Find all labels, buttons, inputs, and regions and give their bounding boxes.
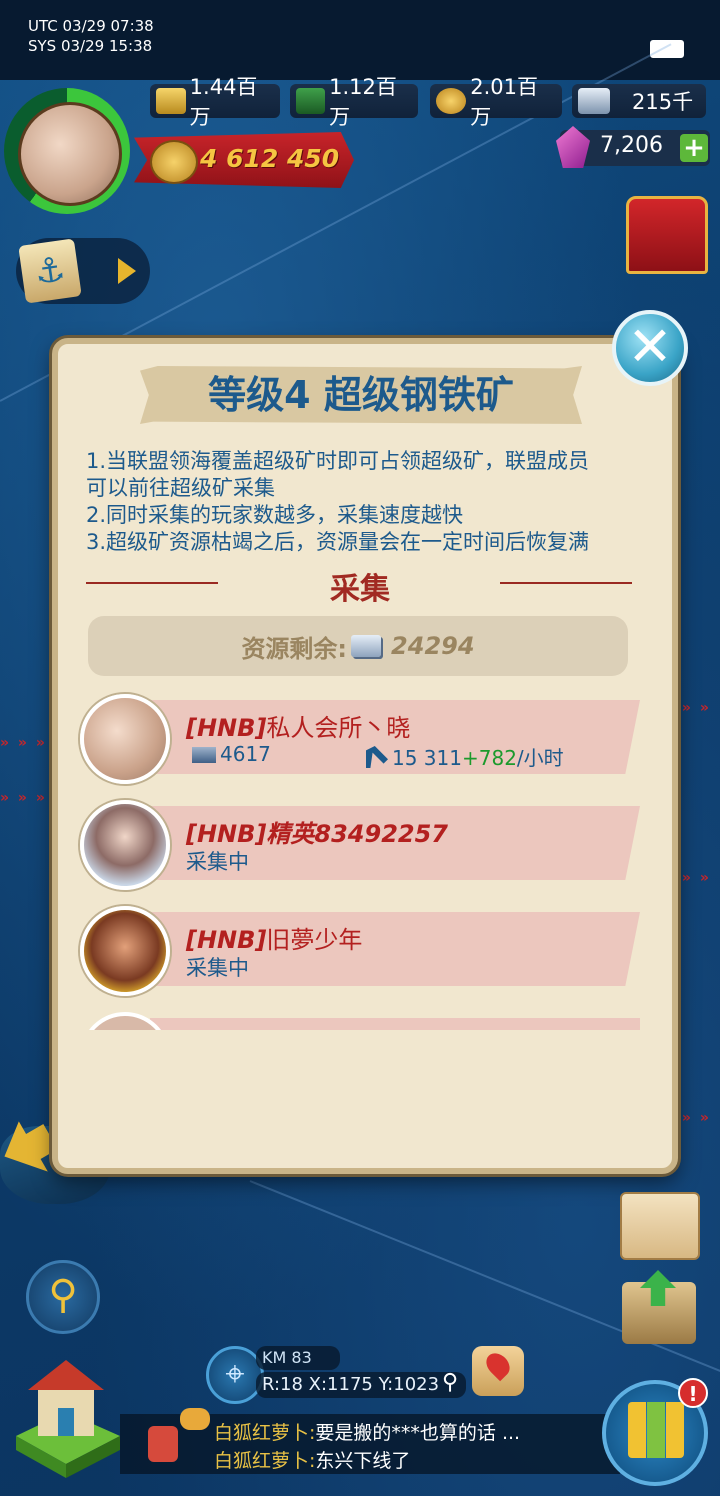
description-line: 2.同时采集的玩家数越多，采集速度越快 bbox=[86, 503, 464, 527]
collector-status: 采集中 bbox=[186, 850, 249, 874]
march-arrows: » » » bbox=[0, 735, 47, 751]
remaining-label: 资源剩余: bbox=[241, 634, 348, 663]
player-avatar[interactable] bbox=[18, 102, 122, 206]
collector-name: [HNB]精英83492257 bbox=[186, 820, 448, 848]
gold-bars-icon bbox=[156, 88, 186, 114]
gems-value: 7,206 bbox=[600, 133, 663, 158]
collector-avatar[interactable] bbox=[80, 694, 170, 784]
speaker-icon bbox=[148, 1426, 178, 1462]
description-line: 3.超级矿资源枯竭之后，资源量会在一定时间后恢复满 bbox=[86, 530, 590, 554]
distance-label: KM 83 bbox=[256, 1346, 340, 1370]
resource-oil-value: 1.12百万 bbox=[329, 75, 397, 129]
collector-avatar[interactable] bbox=[80, 800, 170, 890]
collector-row-partial[interactable] bbox=[80, 1012, 640, 1030]
status-bar: UTC 03/29 07:38 SYS 03/29 15:38 bbox=[0, 0, 720, 80]
sys-time: SYS 03/29 15:38 bbox=[28, 37, 153, 55]
resource-steel-value: 215千 bbox=[632, 90, 694, 114]
coord-search-icon[interactable]: ⚲ bbox=[442, 1370, 458, 1395]
power-value: 4 612 450 bbox=[200, 144, 340, 173]
resource-steel[interactable]: 215千 bbox=[572, 84, 706, 118]
treasure-chest-icon[interactable] bbox=[626, 196, 708, 274]
dialog-title: 等级4 超级钢铁矿 bbox=[208, 373, 514, 417]
resource-gold-value: 1.44百万 bbox=[189, 75, 258, 129]
collector-avatar[interactable] bbox=[80, 906, 170, 996]
resource-oil[interactable]: 1.12百万 bbox=[290, 75, 418, 129]
steel-icon bbox=[351, 635, 382, 657]
expand-arrow-icon[interactable] bbox=[118, 258, 136, 284]
dialog-description: 1.当联盟领海覆盖超级矿时即可占领超级矿，联盟成员 可以前往超级矿采集 2.同时… bbox=[86, 448, 646, 556]
description-line: 可以前往超级矿采集 bbox=[86, 476, 275, 500]
resource-gold[interactable]: 1.44百万 bbox=[150, 75, 280, 129]
pickaxe-icon bbox=[366, 746, 388, 768]
chat-message: 白狐红萝卜:东兴下线了 bbox=[214, 1450, 411, 1472]
steel-icon bbox=[192, 747, 216, 763]
utc-time: UTC 03/29 07:38 bbox=[28, 17, 154, 35]
coordinates-label[interactable]: R:18 X:1175 Y:1023 bbox=[256, 1372, 466, 1398]
oil-barrel-icon bbox=[296, 88, 326, 114]
resource-coin-value: 2.01百万 bbox=[470, 75, 538, 129]
description-line: 1.当联盟领海覆盖超级矿时即可占领超级矿，联盟成员 bbox=[86, 449, 590, 473]
eagle-emblem-icon bbox=[150, 140, 198, 184]
search-button[interactable]: ⚲ bbox=[26, 1260, 100, 1334]
chat-bubble-icon[interactable] bbox=[180, 1408, 210, 1430]
collector-load: 4617 bbox=[192, 742, 271, 766]
notification-badge: ! bbox=[678, 1378, 708, 1408]
chat-message: 白狐红萝卜:要是搬的***也算的话 ... bbox=[214, 1422, 521, 1444]
collector-name: [HNB]旧夢少年 bbox=[186, 926, 363, 954]
steel-icon bbox=[578, 88, 610, 114]
resource-coin[interactable]: 2.01百万 bbox=[430, 75, 562, 129]
mail-icon[interactable] bbox=[620, 1192, 700, 1260]
section-title: 采集 bbox=[330, 572, 390, 607]
add-gems-button[interactable]: + bbox=[680, 134, 708, 162]
collector-status: 采集中 bbox=[186, 956, 249, 980]
collector-name: [HNB]私人会所丶晓 bbox=[186, 714, 411, 742]
grid-blocks-icon bbox=[628, 1402, 684, 1458]
collector-rate: 15 311+782/小时 bbox=[366, 742, 564, 771]
home-base-icon[interactable] bbox=[6, 1356, 126, 1480]
coin-icon bbox=[436, 88, 467, 114]
remaining-resources: 资源剩余: 24294 bbox=[88, 616, 628, 676]
remaining-value: 24294 bbox=[391, 632, 475, 660]
battery-icon bbox=[650, 40, 684, 58]
march-arrows: » » » bbox=[0, 790, 47, 806]
close-button[interactable]: ✕ bbox=[612, 310, 688, 386]
anchor-icon: ⚓ bbox=[18, 238, 82, 304]
